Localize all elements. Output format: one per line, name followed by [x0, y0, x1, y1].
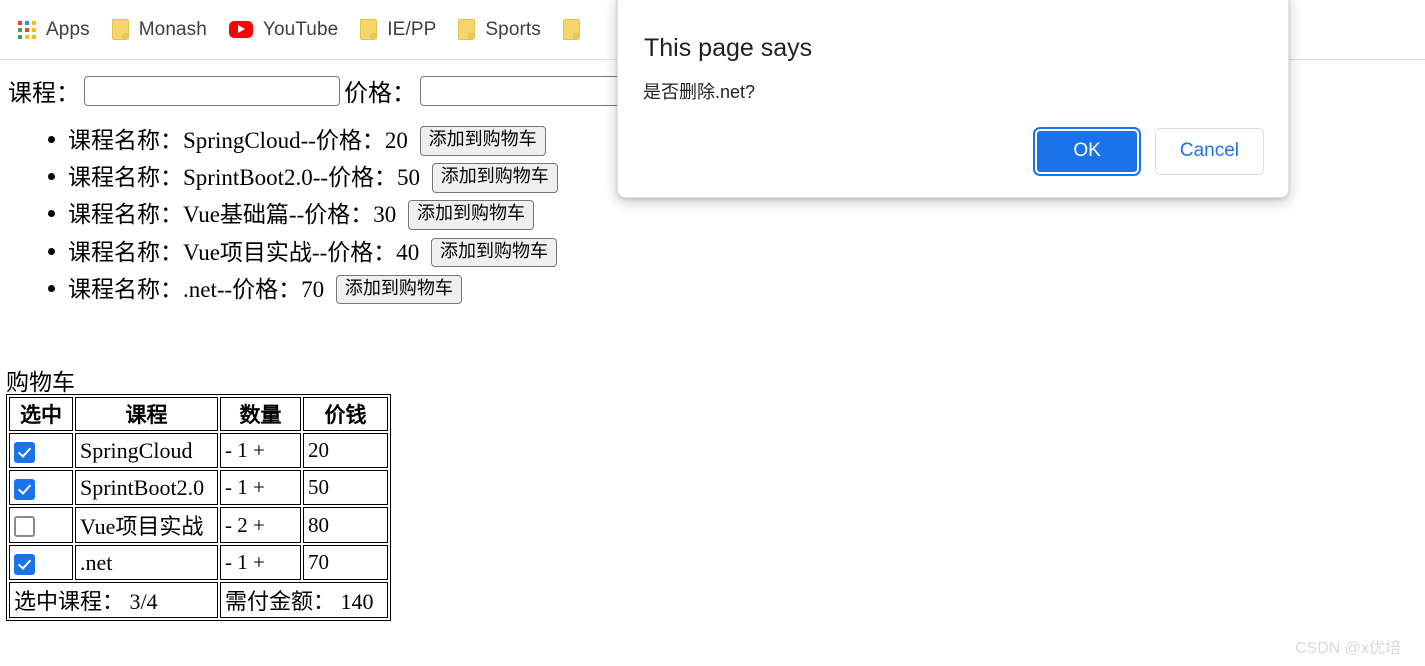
cart-title: 购物车	[6, 370, 75, 395]
folder-icon	[360, 19, 378, 40]
bookmark-label: IE/PP	[387, 18, 437, 40]
folder-icon	[562, 19, 580, 40]
bookmark-apps[interactable]: Apps	[10, 12, 98, 48]
bookmark-hidden[interactable]	[555, 12, 598, 48]
apps-grid-icon	[18, 20, 36, 39]
column-header-price: 价钱	[303, 397, 388, 431]
bookmark-label: Apps	[46, 18, 90, 40]
add-to-cart-button[interactable]: 添加到购物车	[431, 163, 558, 193]
youtube-icon	[228, 21, 253, 38]
cell-price: 50	[303, 470, 388, 505]
list-item: 课程名称：SprintBoot2.0--价格：50 添加到购物车	[68, 158, 558, 195]
selected-count-label: 选中课程： 3/4	[9, 582, 218, 618]
cart-table: 选中 课程 数量 价钱 SpringCloud - 1 + 20 SprintB…	[6, 394, 391, 621]
javascript-alert-dialog: This page says 是否删除.net? OK Cancel	[617, 0, 1289, 198]
dialog-button-row: OK Cancel	[1033, 127, 1264, 176]
cart-table-body: SpringCloud - 1 + 20 SprintBoot2.0 - 1 +…	[9, 433, 388, 618]
ok-button[interactable]: OK	[1033, 127, 1141, 176]
bookmark-iepp[interactable]: IE/PP	[352, 12, 444, 48]
folder-icon	[111, 19, 129, 40]
bookmark-label: Monash	[138, 18, 207, 40]
row-checkbox[interactable]	[14, 516, 35, 538]
quantity-stepper[interactable]: - 1 +	[220, 470, 301, 505]
cell-selected	[9, 507, 73, 543]
table-row: .net - 1 + 70	[9, 545, 388, 580]
add-to-cart-button[interactable]: 添加到购物车	[419, 125, 546, 156]
cell-price: 20	[303, 433, 388, 468]
cell-course-name: SprintBoot2.0	[75, 470, 218, 505]
cart-table-head: 选中 课程 数量 价钱	[9, 397, 388, 431]
quantity-stepper[interactable]: - 1 +	[220, 545, 301, 580]
course-item-text: 课程名称：SprintBoot2.0--价格：50	[68, 165, 421, 191]
cell-price: 80	[303, 507, 388, 543]
row-checkbox[interactable]	[14, 478, 35, 500]
cell-price: 70	[303, 545, 388, 580]
cell-selected	[9, 470, 73, 505]
price-field-label: 价格：	[344, 81, 416, 107]
bookmark-monash[interactable]: Monash	[104, 12, 215, 48]
row-checkbox[interactable]	[14, 553, 35, 575]
add-to-cart-button[interactable]: 添加到购物车	[335, 274, 462, 305]
list-item: 课程名称：SpringCloud--价格：20 添加到购物车	[68, 121, 558, 158]
total-amount-label: 需付金额： 140	[220, 582, 388, 618]
dialog-title: This page says	[644, 34, 813, 62]
bookmark-label: Sports	[485, 18, 541, 40]
course-item-text: 课程名称：Vue项目实战--价格：40	[68, 239, 420, 265]
cell-selected	[9, 433, 73, 468]
quantity-stepper[interactable]: - 2 +	[220, 507, 301, 543]
cell-selected	[9, 545, 73, 580]
table-row: Vue项目实战 - 2 + 80	[9, 507, 388, 543]
add-course-form: 课程： 价格：	[8, 73, 680, 108]
column-header-course: 课程	[75, 397, 218, 431]
table-header-row: 选中 课程 数量 价钱	[9, 397, 388, 431]
dialog-message: 是否删除.net?	[643, 82, 756, 102]
course-item-text: 课程名称：Vue基础篇--价格：30	[68, 202, 397, 228]
table-row: SpringCloud - 1 + 20	[9, 433, 388, 468]
add-to-cart-button[interactable]: 添加到购物车	[431, 237, 558, 268]
folder-icon	[458, 19, 476, 40]
list-item: 课程名称：Vue基础篇--价格：30 添加到购物车	[68, 195, 558, 232]
column-header-quantity: 数量	[220, 397, 301, 431]
cell-course-name: Vue项目实战	[75, 507, 218, 543]
course-list: 课程名称：SpringCloud--价格：20 添加到购物车 课程名称：Spri…	[0, 121, 558, 307]
column-header-selected: 选中	[9, 397, 73, 431]
bookmark-youtube[interactable]: YouTube	[221, 12, 346, 48]
cell-course-name: .net	[75, 545, 218, 580]
table-row: SprintBoot2.0 - 1 + 50	[9, 470, 388, 505]
cell-course-name: SpringCloud	[75, 433, 218, 468]
course-input[interactable]	[84, 75, 340, 106]
list-item: 课程名称：.net--价格：70 添加到购物车	[68, 270, 558, 307]
course-item-text: 课程名称：.net--价格：70	[68, 277, 325, 303]
row-checkbox[interactable]	[14, 441, 35, 463]
quantity-stepper[interactable]: - 1 +	[220, 433, 301, 468]
add-to-cart-button[interactable]: 添加到购物车	[408, 200, 535, 230]
list-item: 课程名称：Vue项目实战--价格：40 添加到购物车	[68, 233, 558, 270]
watermark: CSDN @x优培	[1294, 640, 1401, 657]
bookmark-label: YouTube	[262, 18, 339, 40]
bookmark-sports[interactable]: Sports	[450, 12, 549, 48]
table-footer-row: 选中课程： 3/4 需付金额： 140	[9, 582, 388, 618]
cancel-button[interactable]: Cancel	[1154, 128, 1264, 175]
course-item-text: 课程名称：SpringCloud--价格：20	[68, 128, 408, 154]
course-field-label: 课程：	[8, 81, 80, 107]
